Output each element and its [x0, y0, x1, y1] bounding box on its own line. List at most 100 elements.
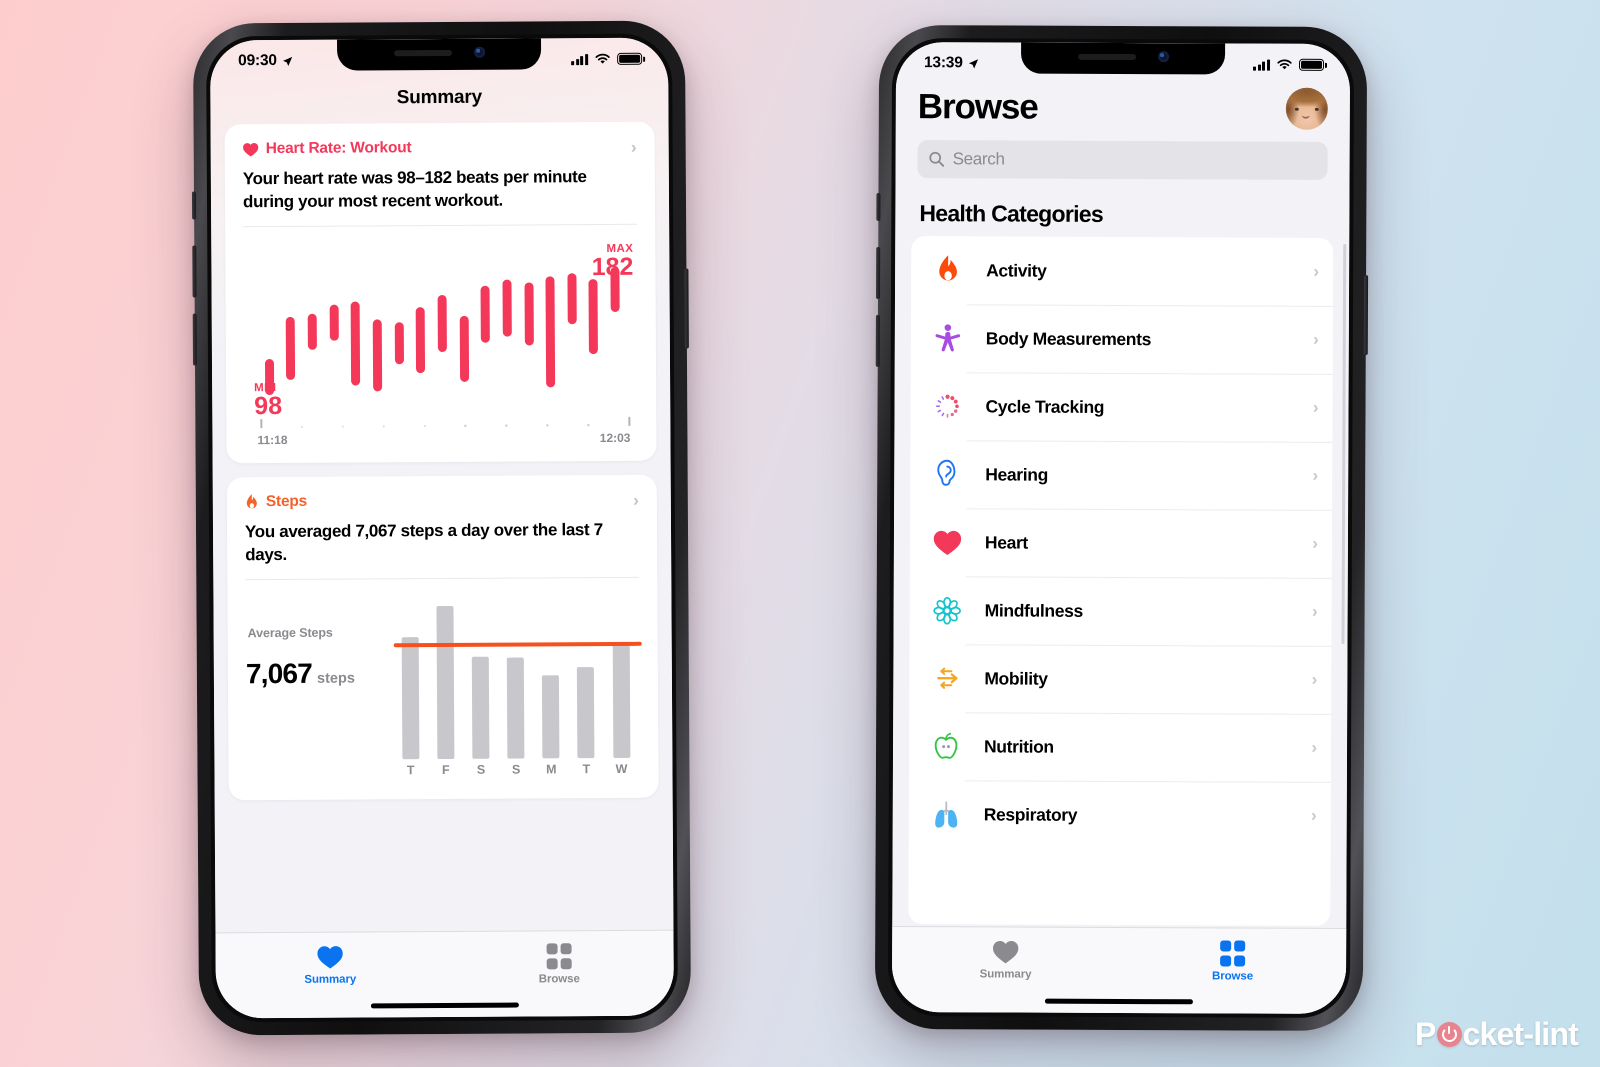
- category-row-mobility[interactable]: Mobility ›: [909, 644, 1331, 714]
- axis-start-time: 11:18: [257, 433, 288, 448]
- tab-summary[interactable]: Summary: [892, 939, 1119, 981]
- chevron-right-icon[interactable]: ›: [1313, 398, 1319, 418]
- volume-down-button[interactable]: [875, 314, 880, 367]
- power-button[interactable]: [684, 268, 689, 349]
- wifi-icon: [595, 53, 610, 64]
- category-row-hearing[interactable]: Hearing ›: [910, 440, 1332, 510]
- watermark-before: P: [1414, 1016, 1436, 1052]
- browse-title-row: Browse: [918, 86, 1328, 130]
- card-divider: [243, 224, 638, 228]
- average-steps-unit: steps: [316, 670, 355, 688]
- steps-card[interactable]: Steps › You averaged 7,067 steps a day o…: [226, 474, 659, 801]
- volume-down-button[interactable]: [192, 313, 198, 366]
- status-right: [571, 52, 643, 65]
- chevron-right-icon[interactable]: ›: [1312, 602, 1318, 622]
- status-left: 13:39: [924, 54, 979, 72]
- category-row-nutrition[interactable]: Nutrition ›: [909, 712, 1331, 782]
- mute-switch[interactable]: [876, 192, 881, 221]
- avatar-eyes: [1295, 108, 1319, 111]
- volume-up-button[interactable]: [192, 245, 197, 298]
- mindfulness-icon: [928, 596, 966, 625]
- home-indicator[interactable]: [370, 1002, 519, 1009]
- chevron-right-icon[interactable]: ›: [631, 137, 637, 156]
- category-row-heart[interactable]: Heart ›: [910, 508, 1332, 578]
- category-row-respiratory[interactable]: Respiratory ›: [909, 780, 1331, 850]
- mobility-icon: [927, 665, 965, 691]
- heart-rate-description: Your heart rate was 98–182 beats per min…: [242, 167, 587, 211]
- axis-tick-minor: [546, 424, 549, 427]
- chevron-right-icon[interactable]: ›: [1312, 534, 1318, 554]
- steps-day-label: W: [615, 762, 628, 777]
- axis-tick-minor: [342, 425, 344, 428]
- page-title: Summary: [396, 86, 483, 109]
- status-left: 09:30: [238, 52, 293, 70]
- heart-rate-bar: [524, 282, 534, 346]
- axis-tick-minor: [505, 424, 508, 427]
- screen-browse: 13:39 Browse Search Health Categories Ac…: [891, 42, 1351, 1014]
- status-time: 13:39: [923, 54, 963, 72]
- heart-rate-bar: [415, 307, 426, 374]
- chevron-right-icon[interactable]: ›: [1313, 330, 1319, 350]
- home-indicator[interactable]: [1044, 998, 1193, 1005]
- notch: [1020, 42, 1226, 75]
- status-right: [1253, 58, 1325, 71]
- avatar[interactable]: [1285, 87, 1328, 130]
- volume-up-button[interactable]: [875, 246, 881, 299]
- mute-switch[interactable]: [191, 191, 197, 220]
- search-input[interactable]: Search: [917, 140, 1328, 180]
- axis-tick-major: [628, 417, 630, 427]
- health-categories-list[interactable]: Activity › Body Measurements › Cycle Trackin…: [908, 236, 1334, 926]
- heart-rate-bar: [610, 267, 620, 313]
- flame-icon: [246, 493, 257, 509]
- power-button[interactable]: [1363, 275, 1369, 356]
- steps-bar: [436, 606, 455, 760]
- category-row-body-measurements[interactable]: Body Measurements ›: [911, 304, 1333, 374]
- summary-scroll-area[interactable]: Heart Rate: Workout › Your heart rate wa…: [211, 121, 674, 933]
- category-label: Nutrition: [984, 735, 1054, 757]
- ear-icon: [928, 459, 966, 489]
- steps-bar: [471, 657, 490, 760]
- heart-rate-card[interactable]: Heart Rate: Workout › Your heart rate wa…: [224, 121, 657, 464]
- tab-browse-label: Browse: [1212, 969, 1254, 983]
- category-label: Cycle Tracking: [985, 395, 1105, 417]
- steps-bar: [612, 641, 630, 759]
- phone-right: 13:39 Browse Search Health Categories Ac…: [874, 24, 1369, 1032]
- axis-tick-minor: [383, 425, 385, 428]
- screen-summary: 09:30 Summary Heart Rate: Workout › Your…: [210, 37, 674, 1019]
- front-camera: [473, 46, 485, 58]
- heart-rate-bar: [502, 279, 512, 337]
- steps-day-label: M: [546, 762, 557, 777]
- steps-day-label: T: [582, 762, 591, 777]
- chevron-right-icon[interactable]: ›: [633, 491, 639, 510]
- chevron-right-icon[interactable]: ›: [1312, 670, 1318, 690]
- steps-day-label: S: [476, 763, 486, 778]
- grid-icon: [546, 943, 572, 969]
- steps-title-text: Steps: [265, 493, 308, 511]
- axis-tick-major: [260, 419, 262, 429]
- category-label: Mindfulness: [984, 599, 1083, 621]
- chevron-right-icon[interactable]: ›: [1313, 466, 1319, 486]
- steps-day-label: T: [406, 763, 415, 778]
- grid-icon: [1219, 940, 1246, 967]
- category-row-mindfulness[interactable]: Mindfulness ›: [909, 576, 1331, 646]
- tab-browse[interactable]: Browse: [1119, 940, 1346, 982]
- category-row-activity[interactable]: Activity ›: [911, 236, 1333, 306]
- heart-rate-title-text: Heart Rate: Workout: [265, 139, 412, 158]
- cycle-icon: [928, 392, 966, 420]
- heart-icon: [243, 142, 259, 156]
- section-title: Health Categories: [919, 200, 1104, 227]
- body-icon: [929, 323, 967, 353]
- heart-rate-bar: [545, 276, 556, 388]
- steps-bar: [401, 637, 420, 760]
- steps-bar: [542, 675, 560, 759]
- chevron-right-icon[interactable]: ›: [1311, 806, 1317, 826]
- tab-browse[interactable]: Browse: [445, 943, 674, 986]
- earpiece-speaker: [393, 49, 452, 56]
- category-row-cycle-tracking[interactable]: Cycle Tracking ›: [910, 372, 1332, 442]
- chevron-right-icon[interactable]: ›: [1313, 262, 1319, 282]
- steps-day-label: S: [511, 762, 521, 778]
- chevron-right-icon[interactable]: ›: [1311, 738, 1317, 758]
- tab-summary[interactable]: Summary: [216, 944, 445, 986]
- average-steps-label: Average Steps: [247, 626, 333, 641]
- flame-icon: [929, 255, 967, 285]
